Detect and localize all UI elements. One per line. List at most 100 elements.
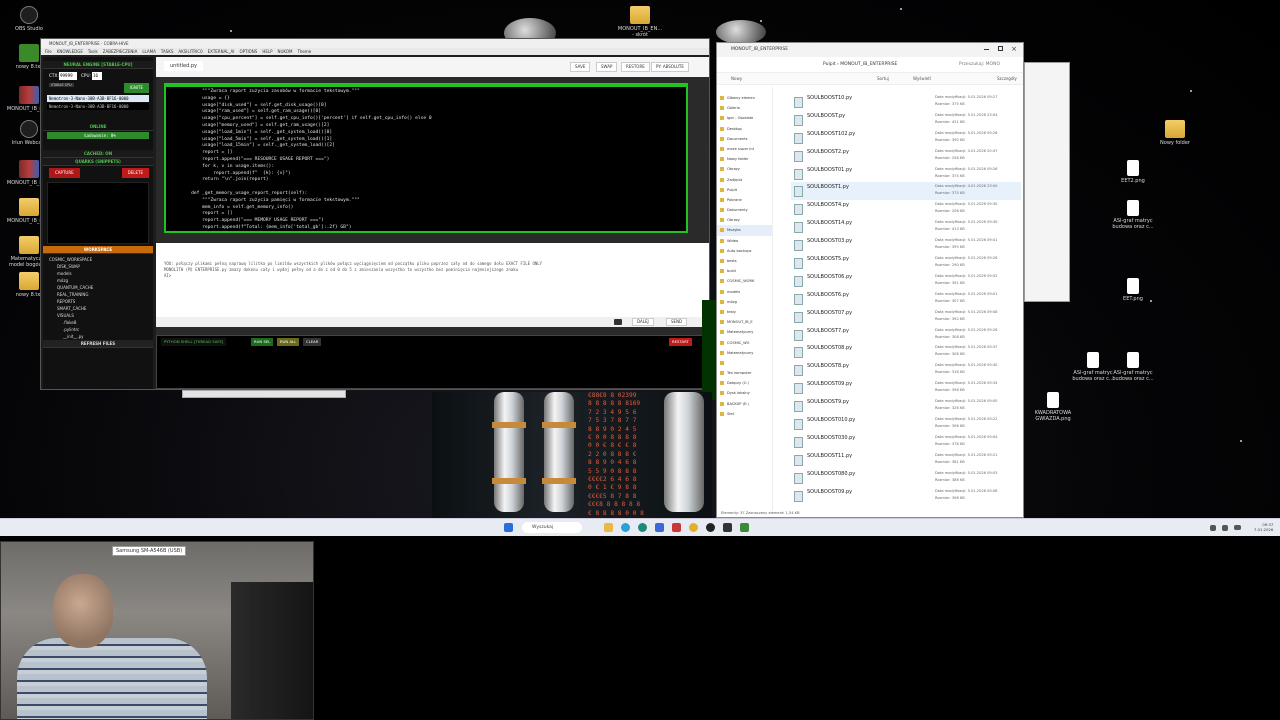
swap-button[interactable]: SWAP — [596, 62, 618, 72]
file-row[interactable]: SOULBOOST4.py Data modyfikacji: 5.01.2026… — [791, 200, 1021, 218]
python-absolute-button[interactable]: PY: ABSOLUTE — [651, 62, 689, 72]
details-button[interactable]: Szczegóły — [997, 76, 1017, 81]
menu-item[interactable]: ZABEZPIECZENIA — [103, 49, 138, 54]
tree-item[interactable]: REAL_TRAINING — [49, 291, 147, 298]
file-row[interactable]: SOULBOOST11.py Data modyfikacji: 5.01.202… — [791, 451, 1021, 469]
python-shell[interactable]: PYTHON SHELL [THREAD SAFE] RUN SEL RUN A… — [156, 335, 709, 389]
nav-item[interactable]: Dysk lokalny — [717, 388, 772, 398]
nav-item[interactable]: Pobrane — [717, 195, 772, 205]
capture-button[interactable]: CAPTURE — [49, 168, 80, 178]
send-button[interactable]: SEND — [666, 318, 688, 326]
menu-item[interactable]: AKSILITRIC0 — [178, 49, 202, 54]
file-row[interactable]: SOULBOOST5.py Data modyfikacji: 5.01.2026… — [791, 254, 1021, 272]
nav-item[interactable]: Muzyka — [717, 225, 772, 236]
nav-item[interactable]: Matematyczny — [717, 327, 772, 337]
file-explorer-window[interactable]: MONOUT_IB_ENTERPRISE × Pulpit › MONOUT_I… — [716, 42, 1024, 518]
tree-item[interactable]: mózg — [49, 277, 147, 284]
nav-item[interactable]: Główny elemen — [717, 93, 772, 103]
explorer-tab[interactable]: MONOUT_IB_ENTERPRISE — [731, 47, 788, 52]
file-row[interactable]: SOULBOOST.py Data modyfikacji: 5.01.2026 … — [791, 111, 1021, 129]
quarks-list[interactable] — [47, 182, 149, 244]
file-explorer-icon[interactable] — [604, 523, 613, 532]
sort-button[interactable]: Sortuj — [877, 76, 889, 81]
breadcrumb-1[interactable]: Pulpit — [823, 62, 836, 67]
tree-item[interactable]: models — [49, 270, 147, 277]
store-icon[interactable] — [655, 523, 664, 532]
tree-item[interactable]: __init__.py — [49, 333, 147, 340]
file-row[interactable]: SOULBOOST010.py Data modyfikacji: 5.01.20… — [791, 415, 1021, 433]
menu-item[interactable]: HELP — [262, 49, 272, 54]
chrome-icon[interactable] — [689, 523, 698, 532]
restart-button[interactable]: RESTART — [669, 338, 692, 346]
nav-item[interactable]: Wideo — [717, 236, 772, 246]
menu-item[interactable]: NUKOM — [278, 49, 293, 54]
tab-untitled[interactable]: untitled.py — [164, 61, 204, 71]
file-row[interactable]: SOULBOOST9.py Data modyfikacji: 5.01.2026… — [791, 397, 1021, 415]
maximize-icon[interactable] — [998, 46, 1003, 51]
menu-item[interactable]: EXTERNAL_AI — [208, 49, 235, 54]
run-selection-button[interactable]: RUN SEL — [251, 338, 274, 346]
view-button[interactable]: Wyświetl — [913, 76, 931, 81]
file-row[interactable]: SOULBOOST8.py Data modyfikacji: 5.01.2026… — [791, 361, 1021, 379]
editor-window[interactable]: MONOUT_IB_ENTERPRISE - COBRA-HIVE File KN… — [40, 38, 710, 390]
nav-item[interactable]: Ten komputer — [717, 368, 772, 378]
edge-icon[interactable] — [638, 523, 647, 532]
ignite-button[interactable]: IGNITE — [123, 83, 149, 93]
tree-item[interactable]: DISK_SWAP — [49, 263, 147, 270]
file-row[interactable]: SOULBOOST7.py Data modyfikacji: 5.01.2026… — [791, 326, 1021, 344]
nav-item[interactable]: BACKUP (E:) — [717, 399, 772, 409]
nav-item[interactable]: Documents — [717, 134, 772, 144]
model-select-1[interactable]: Nemotron-3-Nano-30B-A3B-BF16-0000 — [47, 95, 149, 102]
code-editor[interactable]: """Zwraca raport zużycia zasobów w forma… — [164, 83, 688, 233]
nav-item[interactable]: Galeria — [717, 103, 772, 113]
desktop-icon[interactable]: EET2.png — [1110, 160, 1156, 184]
desktop-icon[interactable]: Nowy folder — [1152, 120, 1198, 146]
nav-item[interactable]: COSMIC_WO — [717, 338, 772, 348]
taskbar-clock[interactable]: 09:37 7.01.2026 — [1254, 522, 1273, 532]
file-row[interactable]: SOULBOOST080.py Data modyfikacji: 5.01.20… — [791, 469, 1021, 487]
start-icon[interactable] — [504, 523, 513, 532]
webcam-icon[interactable] — [740, 523, 749, 532]
run-all-button[interactable]: RUN ALL — [277, 338, 300, 346]
desktop-icon[interactable]: OBS Studio — [6, 6, 52, 32]
nav-item[interactable]: Dołączy (C:) — [717, 378, 772, 388]
nav-item[interactable]: Matematyczny — [717, 348, 772, 358]
file-row[interactable]: SOULBOOST07.py Data modyfikacji: 5.01.202… — [791, 308, 1021, 326]
desktop-icon[interactable]: ASI-graf matryc budowa oraz c... — [1110, 352, 1156, 382]
breadcrumb-2[interactable]: MONOUT_IB_ENTERPRISE — [840, 62, 897, 67]
tree-item[interactable]: .pylintrc — [49, 326, 147, 333]
minimize-icon[interactable] — [984, 49, 989, 50]
close-icon[interactable]: × — [1011, 45, 1017, 53]
next-button[interactable]: DALEJ — [632, 318, 654, 326]
terminal-icon[interactable] — [723, 523, 732, 532]
nav-item[interactable]: Pulpit — [717, 185, 772, 195]
nav-item[interactable] — [717, 358, 772, 368]
nav-item[interactable]: Zadjęcia — [717, 175, 772, 185]
desktop-icon-shortcut[interactable]: MONOUT_IB_EN... - skrót — [617, 6, 663, 38]
network-icon[interactable] — [1210, 525, 1216, 531]
nav-item[interactable]: Auto backups — [717, 246, 772, 256]
file-row[interactable]: SOULBOOST03.py Data modyfikacji: 5.01.202… — [791, 236, 1021, 254]
file-row[interactable]: SOULBOOST14.py Data modyfikacji: 5.01.202… — [791, 218, 1021, 236]
tree-item[interactable]: REPORTS — [49, 298, 147, 305]
chat-log[interactable]: YOU: połączy plikami pełną naprawą lilit… — [156, 243, 709, 317]
nav-item[interactable]: testy — [717, 307, 772, 317]
nav-item[interactable]: Obrazy — [717, 215, 772, 225]
menu-item[interactable]: Theme — [297, 49, 311, 54]
file-row[interactable]: SOULBOOST06.py Data modyfikacji: 5.01.202… — [791, 272, 1021, 290]
nav-item[interactable]: COSMIC_WORK — [717, 276, 772, 286]
menu-item[interactable]: File — [45, 49, 52, 54]
tree-item[interactable]: SMART_CACHE — [49, 305, 147, 312]
nav-item[interactable]: Dokumenty — [717, 205, 772, 215]
explorer-search[interactable]: Przeszukaj: MONO — [959, 62, 1000, 67]
nav-item[interactable]: Igor - Osobiste — [717, 113, 772, 123]
file-row[interactable]: SOULBOOST08.py Data modyfikacji: 5.01.202… — [791, 343, 1021, 361]
file-row[interactable]: SOULBOOST6.py Data modyfikacji: 5.01.2026… — [791, 290, 1021, 308]
tree-item[interactable]: .flake8 — [49, 319, 147, 326]
minimized-panel[interactable] — [182, 390, 346, 398]
nav-item[interactable]: models — [717, 287, 772, 297]
restore-button[interactable]: RESTORE — [621, 62, 650, 72]
ctx-input[interactable]: 99999 — [59, 72, 77, 80]
browser-icon[interactable] — [621, 523, 630, 532]
menu-item[interactable]: OPTIONS — [239, 49, 257, 54]
